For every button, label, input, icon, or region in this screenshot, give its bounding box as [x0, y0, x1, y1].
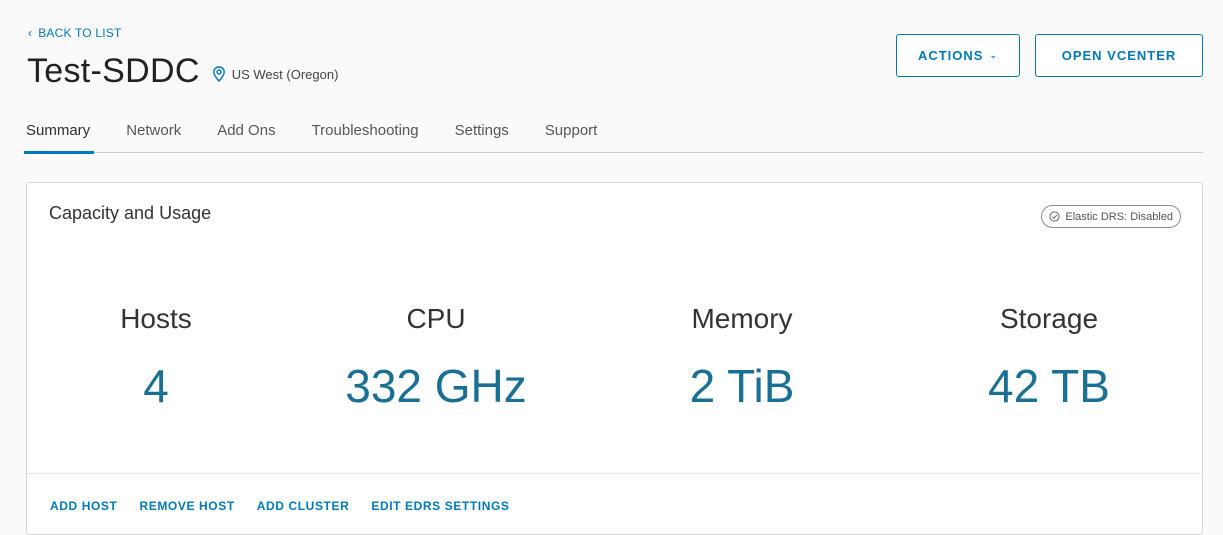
actions-label: ACTIONS: [917, 48, 984, 63]
open-vcenter-button[interactable]: OPEN VCENTER: [1035, 34, 1203, 77]
add-host-link[interactable]: ADD HOST: [50, 499, 117, 513]
tab-add-ons[interactable]: Add Ons: [217, 112, 275, 153]
chevron-left-icon: ‹: [28, 26, 33, 40]
map-pin-icon: [212, 66, 225, 82]
remove-host-link[interactable]: REMOVE HOST: [139, 499, 234, 513]
card-footer: ADD HOST REMOVE HOST ADD CLUSTER EDIT ED…: [27, 473, 1202, 535]
back-to-list-link[interactable]: ‹ BACK TO LIST: [28, 26, 122, 40]
card-title: Capacity and Usage: [49, 203, 212, 223]
edit-edrs-settings-link[interactable]: EDIT EDRS SETTINGS: [371, 499, 509, 513]
actions-button[interactable]: ACTIONS ⌄: [896, 34, 1020, 77]
tab-summary[interactable]: Summary: [23, 112, 95, 154]
metric-value: 4: [143, 360, 169, 412]
metric-value: 2 TiB: [689, 360, 795, 412]
title-row: Test-SDDC US West (Oregon): [27, 52, 338, 91]
metric-value: 332 GHz: [345, 360, 527, 412]
chevron-down-icon: ⌄: [989, 50, 999, 60]
metric-cpu: CPU 332 GHz: [316, 303, 556, 413]
metric-label: Storage: [999, 303, 1099, 334]
metric-label: Hosts: [120, 303, 192, 334]
region-info: US West (Oregon): [212, 66, 339, 82]
check-circle-icon: [1049, 211, 1060, 222]
edrs-badge-label: Elastic DRS: Disabled: [1065, 210, 1173, 223]
tab-support[interactable]: Support: [545, 112, 598, 153]
back-to-list-label: BACK TO LIST: [38, 26, 122, 40]
tab-troubleshooting[interactable]: Troubleshooting: [312, 112, 419, 153]
metric-storage: Storage 42 TB: [929, 303, 1169, 413]
add-cluster-link[interactable]: ADD CLUSTER: [257, 499, 350, 513]
metric-value: 42 TB: [988, 360, 1110, 412]
edrs-status-badge: Elastic DRS: Disabled: [1041, 205, 1181, 228]
page-title: Test-SDDC: [27, 52, 200, 90]
region-label: US West (Oregon): [231, 66, 339, 82]
metric-hosts: Hosts 4: [36, 303, 276, 413]
tab-bar: Summary Network Add Ons Troubleshooting …: [23, 112, 1203, 154]
metric-label: CPU: [406, 303, 466, 334]
metric-memory: Memory 2 TiB: [622, 303, 862, 413]
tab-settings[interactable]: Settings: [455, 112, 509, 153]
capacity-usage-card: Capacity and Usage Elastic DRS: Disabled…: [26, 182, 1203, 535]
tab-network[interactable]: Network: [126, 112, 181, 153]
open-vcenter-label: OPEN VCENTER: [1061, 48, 1177, 63]
metric-label: Memory: [691, 303, 793, 334]
